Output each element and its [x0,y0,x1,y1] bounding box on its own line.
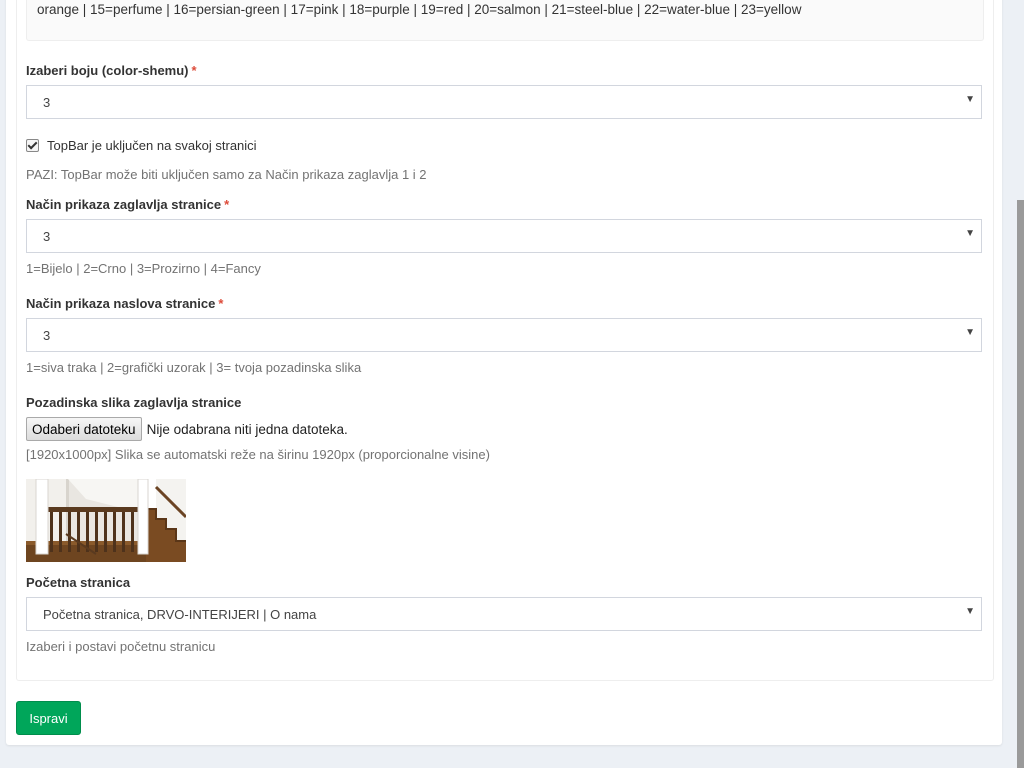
header-mode-label: Način prikaza zaglavlja stranice * [26,197,230,212]
home-page-select[interactable]: Početna stranica, DRVO-INTERIJERI | O na… [26,597,982,631]
color-options-info: orange | 15=perfume | 16=persian-green |… [26,0,984,41]
scrollbar-track[interactable] [1017,0,1024,768]
choose-file-button[interactable]: Odaberi datoteku [26,417,142,441]
caret-down-icon: ▼ [965,327,975,338]
header-image-label: Pozadinska slika zaglavlja stranice [26,395,242,410]
scrollbar-thumb[interactable] [1017,200,1024,768]
home-page-label: Početna stranica [26,575,131,590]
home-page-help: Izaberi i postavi početnu stranicu [26,639,216,654]
topbar-help: PAZI: TopBar može biti uključen samo za … [26,167,427,182]
color-scheme-label: Izaberi boju (color-shemu) * [26,63,197,78]
required-mark: * [218,296,224,311]
file-input[interactable]: Odaberi datoteku Nije odabrana niti jedn… [26,417,348,441]
caret-down-icon: ▼ [965,228,975,239]
header-image-preview [26,479,186,562]
caret-down-icon: ▼ [965,94,975,105]
file-status: Nije odabrana niti jedna datoteka. [146,421,348,437]
home-page-value: Početna stranica, DRVO-INTERIJERI | O na… [43,607,317,622]
topbar-checkbox-row[interactable]: TopBar je uključen na svakoj stranici [26,136,257,154]
header-mode-value: 3 [43,229,51,244]
caret-down-icon: ▼ [965,606,975,617]
staircase-image [26,479,186,562]
title-mode-help: 1=siva traka | 2=grafički uzorak | 3= tv… [26,360,362,375]
topbar-checkbox[interactable] [26,138,39,152]
header-mode-select[interactable]: 3 ▼ [26,219,982,253]
required-mark: * [191,63,197,78]
title-mode-select[interactable]: 3 ▼ [26,318,982,352]
header-image-help: [1920x1000px] Slika se automatski reže n… [26,447,490,462]
required-mark: * [224,197,230,212]
header-mode-help: 1=Bijelo | 2=Crno | 3=Prozirno | 4=Fancy [26,261,261,276]
color-options-text: orange | 15=perfume | 16=persian-green |… [37,2,802,17]
title-mode-label: Način prikaza naslova stranice * [26,296,224,311]
title-mode-value: 3 [43,328,51,343]
submit-button[interactable]: Ispravi [16,701,81,735]
color-scheme-select[interactable]: 3 ▼ [26,85,982,119]
color-scheme-value: 3 [43,95,51,110]
topbar-checkbox-label[interactable]: TopBar je uključen na svakoj stranici [47,138,257,153]
